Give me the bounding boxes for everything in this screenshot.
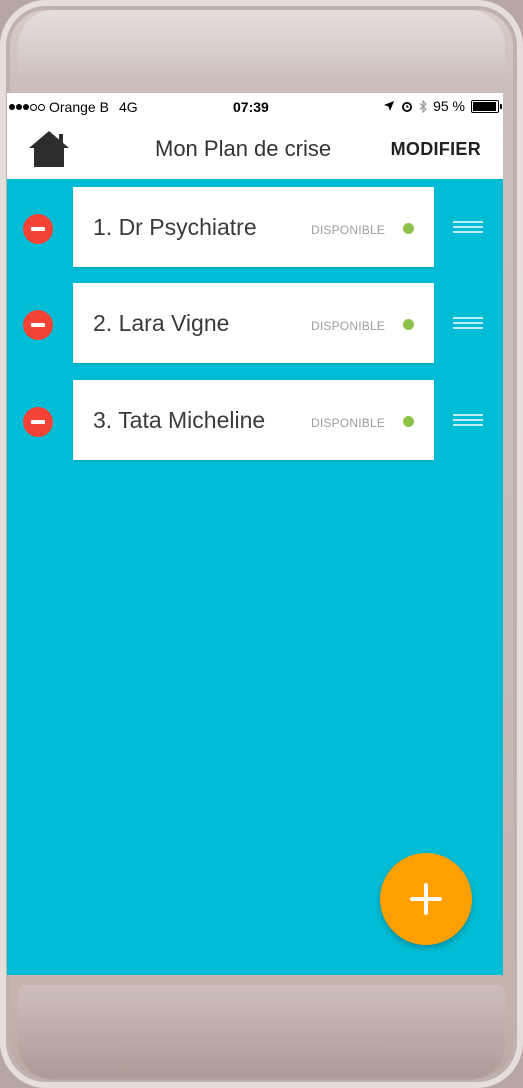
contact-name: 3. Tata Micheline — [93, 407, 266, 433]
contact-card[interactable]: 3. Tata Micheline DISPONIBLE — [73, 380, 434, 460]
list-item: 1. Dr Psychiatre DISPONIBLE — [7, 187, 503, 269]
status-icons: 95 % — [383, 98, 502, 114]
page-title: Mon Plan de crise — [155, 136, 332, 161]
drag-handle-icon[interactable] — [453, 220, 483, 236]
alarm-clock-icon — [402, 101, 413, 112]
availability-dot-icon — [403, 319, 414, 330]
contact-card[interactable]: 1. Dr Psychiatre DISPONIBLE — [73, 187, 434, 267]
battery-icon — [471, 99, 502, 113]
phone-bottom-bezel — [18, 985, 505, 1080]
phone-top-bezel — [18, 10, 505, 80]
remove-contact-button[interactable] — [23, 310, 53, 340]
battery-percent: 95 % — [433, 98, 465, 114]
status-time: 07:39 — [233, 99, 269, 115]
contact-name: 1. Dr Psychiatre — [93, 214, 257, 240]
app-screen: Orange B 4G 07:39 95 % Mon Plan de crise… — [7, 93, 503, 975]
status-bar: Orange B 4G 07:39 95 % — [7, 93, 503, 121]
app-header: Mon Plan de crise MODIFIER — [7, 121, 503, 179]
signal-strength-icon — [9, 103, 45, 111]
remove-contact-button[interactable] — [23, 214, 53, 244]
add-contact-button[interactable] — [380, 853, 472, 945]
carrier-name: Orange B — [49, 99, 109, 115]
remove-contact-button[interactable] — [23, 407, 53, 437]
availability-label: DISPONIBLE — [311, 319, 386, 333]
drag-handle-icon[interactable] — [453, 316, 483, 332]
carrier-info: Orange B 4G — [9, 99, 138, 115]
modify-button[interactable]: MODIFIER — [391, 139, 481, 160]
list-item: 2. Lara Vigne DISPONIBLE — [7, 283, 503, 365]
home-icon[interactable] — [27, 129, 71, 169]
availability-dot-icon — [403, 223, 414, 234]
contact-name: 2. Lara Vigne — [93, 310, 230, 336]
bluetooth-icon — [419, 99, 427, 113]
availability-label: DISPONIBLE — [311, 416, 386, 430]
availability-dot-icon — [403, 416, 414, 427]
contact-card[interactable]: 2. Lara Vigne DISPONIBLE — [73, 283, 434, 363]
availability-label: DISPONIBLE — [311, 223, 386, 237]
drag-handle-icon[interactable] — [453, 413, 483, 429]
location-arrow-icon — [384, 101, 395, 111]
phone-frame: Orange B 4G 07:39 95 % Mon Plan de crise… — [0, 0, 523, 1088]
network-type: 4G — [118, 99, 138, 115]
list-item: 3. Tata Micheline DISPONIBLE — [7, 380, 503, 462]
